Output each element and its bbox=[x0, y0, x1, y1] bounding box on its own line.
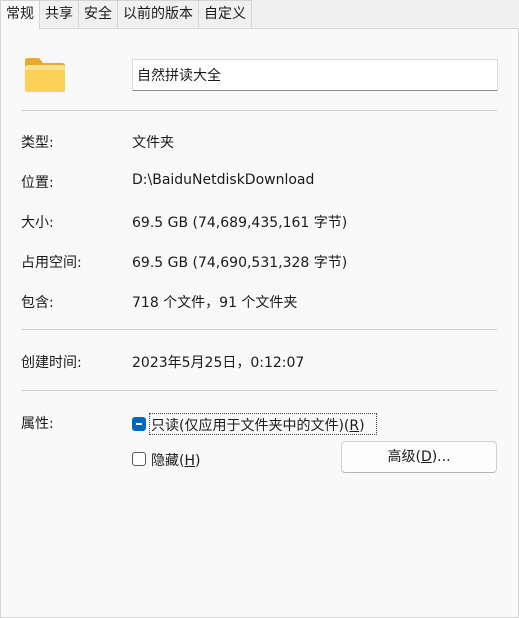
hidden-checkbox[interactable] bbox=[132, 452, 146, 466]
separator bbox=[21, 110, 497, 111]
separator bbox=[21, 329, 497, 330]
readonly-checkbox[interactable] bbox=[132, 417, 146, 431]
size-value: 69.5 GB (74,689,435,161 字节) bbox=[132, 215, 348, 231]
tab-customize[interactable]: 自定义 bbox=[198, 0, 252, 27]
tab-general[interactable]: 常规 bbox=[0, 0, 40, 29]
size-on-disk-label: 占用空间: bbox=[21, 255, 82, 271]
general-panel: 自然拼读大全 类型: 文件夹 位置: D:\BaiduNetdiskDownlo… bbox=[0, 28, 519, 618]
attributes-label: 属性: bbox=[21, 416, 54, 432]
type-label: 类型: bbox=[21, 135, 54, 151]
size-on-disk-value: 69.5 GB (74,690,531,328 字节) bbox=[132, 255, 348, 271]
type-value: 文件夹 bbox=[132, 135, 174, 151]
contains-label: 包含: bbox=[21, 295, 54, 311]
separator bbox=[21, 390, 497, 391]
folder-icon bbox=[23, 55, 67, 93]
created-value: 2023年5月25日，0:12:07 bbox=[132, 355, 305, 371]
tab-security[interactable]: 安全 bbox=[78, 0, 118, 27]
location-value: D:\BaiduNetdiskDownload bbox=[132, 172, 315, 188]
advanced-button[interactable]: 高级(D)... bbox=[341, 441, 497, 473]
tab-previous-versions[interactable]: 以前的版本 bbox=[117, 0, 199, 27]
created-label: 创建时间: bbox=[21, 355, 82, 371]
size-label: 大小: bbox=[21, 215, 54, 231]
folder-name-input[interactable]: 自然拼读大全 bbox=[132, 59, 498, 91]
tab-strip: 常规 共享 安全 以前的版本 自定义 bbox=[0, 0, 252, 29]
location-label: 位置: bbox=[21, 175, 54, 191]
contains-value: 718 个文件，91 个文件夹 bbox=[132, 295, 298, 311]
readonly-label[interactable]: 只读(仅应用于文件夹中的文件)(R) bbox=[151, 415, 365, 435]
tab-sharing[interactable]: 共享 bbox=[39, 0, 79, 27]
hidden-label[interactable]: 隐藏(H) bbox=[151, 450, 200, 470]
